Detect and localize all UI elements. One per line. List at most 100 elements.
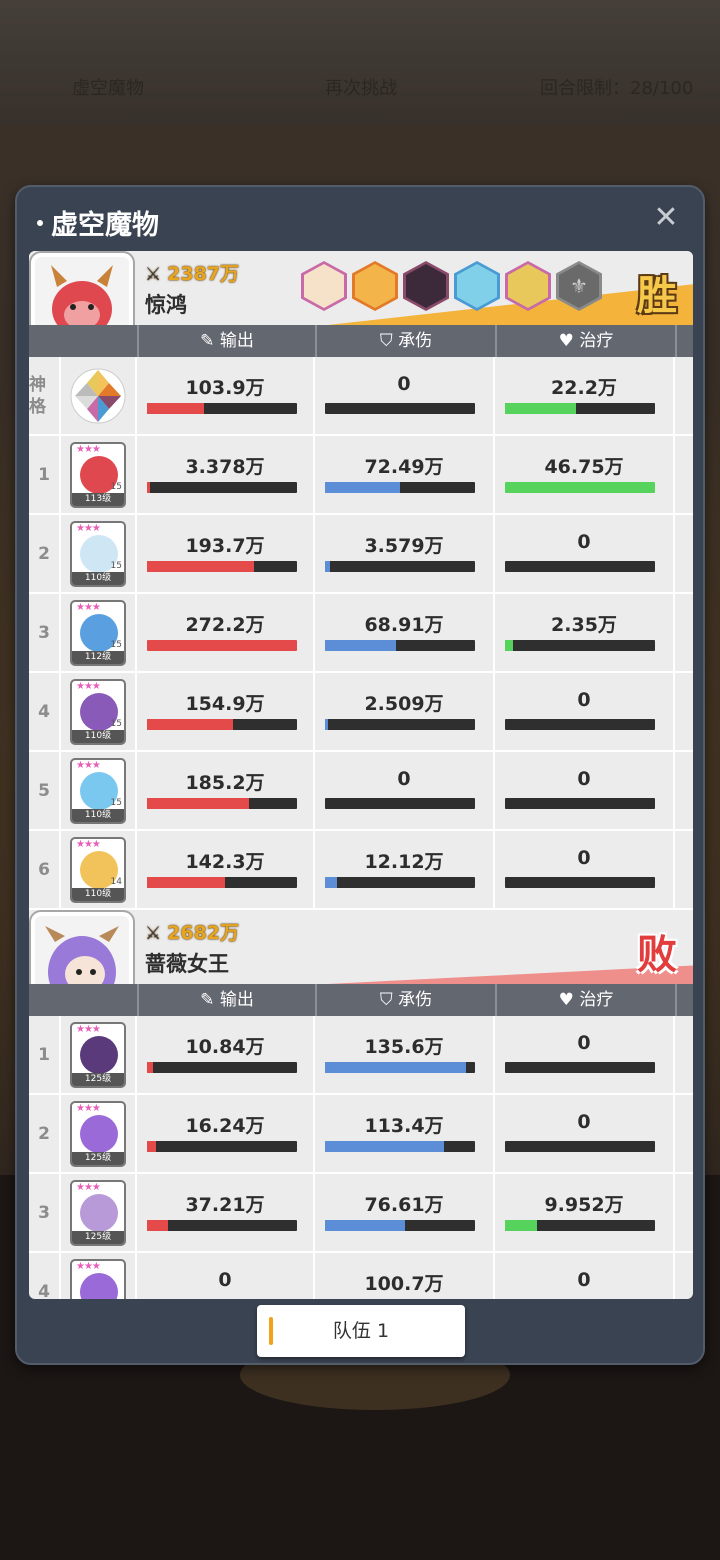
tank-cell: 0: [315, 357, 495, 434]
team2-leader-avatar[interactable]: [31, 912, 133, 984]
hero-portrait-cell[interactable]: ★★★ 15 112级: [61, 594, 137, 671]
col-tank: ⛉ 承伤: [315, 984, 495, 1016]
tank-bar: [325, 877, 475, 888]
heal-value: 9.952万: [544, 1194, 624, 1216]
stats-scroll-area[interactable]: ⚔ 2387万 惊鸿 ⚜ 胜 ✎ 输出 ⛉ 承伤 ♥ 治疗 神格 103.9万 …: [29, 251, 693, 1299]
god-icon-5[interactable]: [505, 261, 551, 311]
star-rating-icon: ★★★: [76, 443, 101, 455]
team-tab-1[interactable]: 队伍 1: [257, 1305, 465, 1357]
tank-cell: 2.509万: [315, 673, 495, 750]
row-index: 5: [29, 752, 61, 829]
table-row: 3 ★★★ 125级 37.21万 76.61万 9.952万: [29, 1174, 693, 1253]
hero-plus: 15: [110, 481, 122, 492]
heal-value: 0: [577, 847, 591, 869]
god-icon-1[interactable]: [301, 261, 347, 311]
output-value: 10.84万: [185, 1036, 265, 1058]
hero-portrait[interactable]: ★★★: [70, 1258, 126, 1299]
tank-value: 2.509万: [364, 693, 444, 715]
hero-portrait-cell[interactable]: ★★★: [61, 1253, 137, 1299]
team1-column-header: ✎ 输出 ⛉ 承伤 ♥ 治疗: [29, 325, 693, 357]
hero-portrait[interactable]: ★★★ 15 113级: [70, 441, 126, 508]
tank-bar: [325, 640, 475, 651]
hero-level: 110级: [72, 887, 124, 901]
row-index: 4: [29, 1253, 61, 1299]
team1-leader-avatar[interactable]: [31, 253, 133, 325]
star-rating-icon: ★★★: [76, 759, 101, 771]
tank-cell: 0: [315, 752, 495, 829]
hero-portrait-cell[interactable]: ★★★ 15 110级: [61, 515, 137, 592]
output-cell: 16.24万: [137, 1095, 315, 1172]
tank-bar: [325, 403, 475, 414]
god-icon-4[interactable]: [454, 261, 500, 311]
output-cell: 103.9万: [137, 357, 315, 434]
heal-cell: 9.952万: [495, 1174, 675, 1251]
hero-portrait-cell[interactable]: ★★★ 125级: [61, 1174, 137, 1251]
table-row: 神格 103.9万 0 22.2万: [29, 357, 693, 436]
hero-avatar: [80, 1114, 118, 1153]
output-cell: 3.378万: [137, 436, 315, 513]
tank-value: 3.579万: [364, 535, 444, 557]
tank-value: 76.61万: [364, 1194, 444, 1216]
tank-cell: 76.61万: [315, 1174, 495, 1251]
heal-cell: 22.2万: [495, 357, 675, 434]
hero-portrait[interactable]: ★★★ 15 112级: [70, 599, 126, 666]
tank-bar: [325, 1220, 475, 1231]
hero-portrait[interactable]: ★★★ 15 110级: [70, 678, 126, 745]
output-bar: [147, 403, 297, 414]
hero-portrait[interactable]: ★★★ 125级: [70, 1021, 126, 1088]
hero-plus: 15: [110, 560, 122, 571]
heal-cell: 0: [495, 515, 675, 592]
hero-portrait[interactable]: ★★★ 125级: [70, 1179, 126, 1246]
panel-title: 虚空魔物: [37, 203, 159, 242]
hero-portrait[interactable]: ★★★ 125级: [70, 1100, 126, 1167]
hero-avatar: [80, 1193, 118, 1232]
hero-portrait-cell[interactable]: ★★★ 14 110级: [61, 831, 137, 908]
hero-portrait-cell[interactable]: ★★★ 15 110级: [61, 752, 137, 829]
team2-name: 蔷薇女王: [145, 952, 229, 976]
heal-cell: 46.75万: [495, 436, 675, 513]
god-lineup: ⚜: [301, 261, 602, 311]
col-output: ✎ 输出: [137, 325, 315, 357]
star-rating-icon: ★★★: [76, 601, 101, 613]
hero-portrait-cell[interactable]: ★★★ 15 110级: [61, 673, 137, 750]
tank-bar: [325, 561, 475, 572]
heal-cell: 0: [495, 1253, 675, 1299]
god-icon-3[interactable]: [403, 261, 449, 311]
team2-power: ⚔ 2682万: [145, 922, 240, 944]
god-portrait-cell[interactable]: [61, 357, 137, 434]
tank-cell: 72.49万: [315, 436, 495, 513]
star-rating-icon: ★★★: [76, 522, 101, 534]
table-row: 1 ★★★ 125级 10.84万 135.6万 0: [29, 1016, 693, 1095]
col-tank: ⛉ 承伤: [315, 325, 495, 357]
row-index: 神格: [29, 357, 61, 434]
heal-cell: 0: [495, 831, 675, 908]
hero-portrait-cell[interactable]: ★★★ 125级: [61, 1095, 137, 1172]
tank-cell: 12.12万: [315, 831, 495, 908]
output-value: 37.21万: [185, 1194, 265, 1216]
table-row: 1 ★★★ 15 113级 3.378万 72.49万 46.75万: [29, 436, 693, 515]
hero-plus: 14: [110, 876, 122, 887]
hero-portrait[interactable]: ★★★ 14 110级: [70, 836, 126, 903]
god-icon-locked[interactable]: ⚜: [556, 261, 602, 311]
table-row: 2 ★★★ 125级 16.24万 113.4万 0: [29, 1095, 693, 1174]
tank-cell: 100.7万: [315, 1253, 495, 1299]
heal-cell: 0: [495, 673, 675, 750]
close-icon[interactable]: ✕: [651, 203, 681, 233]
table-row: 4 ★★★ 15 110级 154.9万 2.509万 0: [29, 673, 693, 752]
team2-rows: 1 ★★★ 125级 10.84万 135.6万 0 2 ★★★ 125级 16…: [29, 1016, 693, 1299]
tab-label: 队伍 1: [332, 1320, 390, 1342]
hero-portrait[interactable]: ★★★ 15 110级: [70, 757, 126, 824]
hero-level: 110级: [72, 808, 124, 822]
hero-portrait-cell[interactable]: ★★★ 15 113级: [61, 436, 137, 513]
star-rating-icon: ★★★: [76, 1023, 101, 1035]
hero-portrait-cell[interactable]: ★★★ 125级: [61, 1016, 137, 1093]
output-cell: 37.21万: [137, 1174, 315, 1251]
row-index: 3: [29, 1174, 61, 1251]
god-icon-2[interactable]: [352, 261, 398, 311]
hero-portrait[interactable]: ★★★ 15 110级: [70, 520, 126, 587]
output-bar: [147, 798, 297, 809]
heal-cell: 0: [495, 1016, 675, 1093]
team1-power: ⚔ 2387万: [145, 263, 240, 285]
table-row: 5 ★★★ 15 110级 185.2万 0 0: [29, 752, 693, 831]
col-output: ✎ 输出: [137, 984, 315, 1016]
